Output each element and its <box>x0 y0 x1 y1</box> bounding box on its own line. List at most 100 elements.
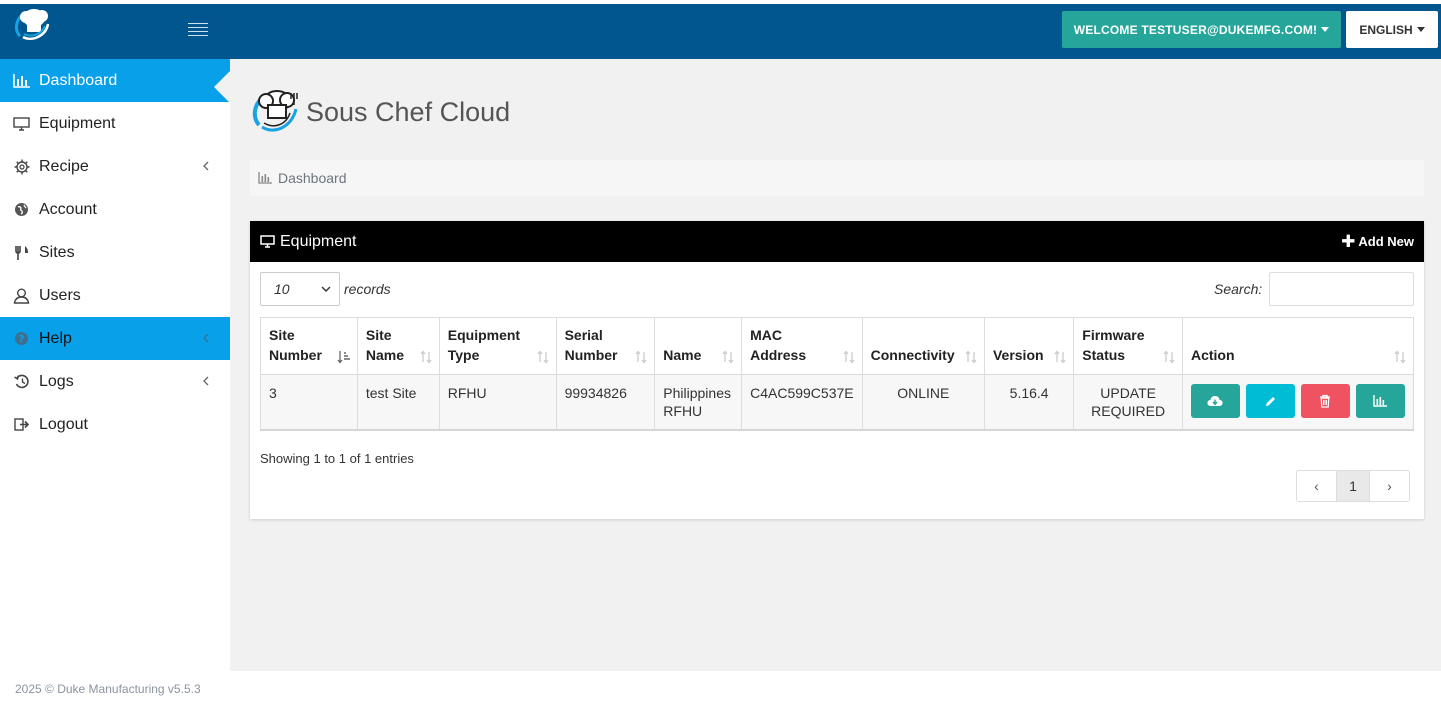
sidebar-item-label: Sites <box>39 243 75 261</box>
pagination: ‹ 1 › <box>1296 470 1410 502</box>
bar-chart-icon <box>12 73 31 89</box>
breadcrumb: Dashboard <box>250 160 1424 196</box>
column-header-action[interactable]: Action <box>1181 317 1415 375</box>
sidebar-item-recipe[interactable]: Recipe <box>0 145 230 188</box>
cell-connectivity-status: ONLINE <box>861 374 985 431</box>
cell-site-number: 3 <box>260 374 358 431</box>
sort-icon <box>420 350 432 364</box>
sidebar-item-label: Account <box>39 200 97 218</box>
cell-name: Philippines RFHU <box>654 374 743 431</box>
history-icon <box>12 374 31 390</box>
sidebar-item-account[interactable]: Account <box>0 188 230 231</box>
hamburger-menu-icon[interactable] <box>186 20 210 40</box>
monitor-icon <box>260 235 275 248</box>
sidebar-item-logout[interactable]: Logout <box>0 403 230 446</box>
equipment-table: Site Number Site Name Equipment Type Ser… <box>260 317 1415 431</box>
footer-copyright: 2025 © Duke Manufacturing v5.5.3 <box>15 682 201 696</box>
add-new-label: Add New <box>1358 234 1414 249</box>
search-label: Search: <box>1214 281 1263 297</box>
cell-site-name: test Site <box>356 374 440 431</box>
panel-title-label: Equipment <box>280 232 357 250</box>
pagination-page[interactable]: 1 <box>1336 471 1369 501</box>
firmware-update-button[interactable] <box>1190 384 1240 418</box>
column-header-name[interactable]: Name <box>654 317 743 375</box>
sidebar-item-sites[interactable]: Sites <box>0 231 230 274</box>
gear-icon <box>12 159 31 175</box>
table-info: Showing 1 to 1 of 1 entries <box>260 451 414 466</box>
equipment-panel: Equipment ✚ Add New 10 records Search: S… <box>250 221 1424 519</box>
panel-header: Equipment ✚ Add New <box>250 221 1424 262</box>
search-input[interactable] <box>1269 272 1414 306</box>
column-header-serial-number[interactable]: Serial Number <box>555 317 656 375</box>
chef-hat-logo-icon[interactable] <box>12 4 58 44</box>
question-icon: ? <box>12 331 31 347</box>
user-menu-button[interactable]: WELCOME TESTUSER@DUKEMFG.COM! <box>1062 11 1341 48</box>
panel-title: Equipment <box>260 233 357 251</box>
monitor-icon <box>12 116 31 132</box>
sort-icon <box>1394 350 1406 364</box>
sidebar-item-label: Help <box>39 329 72 347</box>
sort-icon <box>1054 350 1066 364</box>
app-title: Sous Chef Cloud <box>306 96 511 127</box>
main-content: Sous Chef Cloud Dashboard Equipment ✚ Ad… <box>230 59 1441 671</box>
pagination-next[interactable]: › <box>1369 471 1409 501</box>
add-new-button[interactable]: ✚ Add New <box>1341 233 1414 250</box>
cell-serial-number: 99934826 <box>555 374 656 431</box>
records-label: records <box>344 281 391 297</box>
sidebar-item-equipment[interactable]: Equipment <box>0 102 230 145</box>
page-size-select[interactable]: 10 <box>260 272 340 306</box>
chevron-left-icon <box>203 333 209 343</box>
sort-icon <box>537 350 549 364</box>
caret-down-icon <box>1416 27 1425 32</box>
sort-icon <box>1163 350 1175 364</box>
column-header-site-name[interactable]: Site Name <box>356 317 440 375</box>
svg-text:?: ? <box>19 334 25 345</box>
page-size-value: 10 <box>274 281 290 297</box>
edit-button[interactable] <box>1245 384 1295 418</box>
column-header-equipment-type[interactable]: Equipment Type <box>438 317 557 375</box>
sidebar-item-label: Users <box>39 286 81 304</box>
sidebar-item-dashboard[interactable]: Dashboard <box>0 59 230 103</box>
brand-header: Sous Chef Cloud <box>250 83 510 137</box>
chevron-down-icon <box>321 286 331 292</box>
column-header-mac-address[interactable]: MAC Address <box>741 317 863 375</box>
globe-icon <box>12 202 31 218</box>
sort-icon <box>965 350 977 364</box>
pagination-prev[interactable]: ‹ <box>1297 471 1336 501</box>
bar-chart-icon <box>258 172 272 184</box>
sidebar-item-help[interactable]: ? Help <box>0 317 230 360</box>
cloud-download-icon <box>1207 395 1224 406</box>
user-menu-label: WELCOME TESTUSER@DUKEMFG.COM! <box>1073 22 1318 37</box>
bar-chart-icon <box>1373 395 1387 407</box>
sidebar-item-label: Logout <box>39 415 88 433</box>
user-icon <box>12 288 31 304</box>
column-header-site-number[interactable]: Site Number <box>260 317 358 375</box>
pencil-icon <box>1265 396 1275 406</box>
cell-version: 5.16.4 <box>983 374 1075 431</box>
language-label: ENGLISH <box>1359 22 1413 37</box>
view-chart-button[interactable] <box>1355 384 1405 418</box>
sort-icon <box>722 350 734 364</box>
breadcrumb-label: Dashboard <box>278 170 347 186</box>
sidebar-item-label: Recipe <box>39 157 89 175</box>
chevron-left-icon <box>203 376 209 386</box>
active-indicator <box>214 71 230 103</box>
sidebar: Dashboard Equipment Recipe Account Sites… <box>0 59 230 671</box>
column-header-connectivity[interactable]: Connectivity <box>861 317 985 375</box>
column-header-version[interactable]: Version <box>983 317 1075 375</box>
sidebar-item-users[interactable]: Users <box>0 274 230 317</box>
sidebar-item-label: Dashboard <box>39 71 118 89</box>
caret-down-icon <box>1321 27 1330 32</box>
sort-icon <box>843 350 855 364</box>
chef-hat-logo-icon <box>252 90 298 132</box>
table-row: 3 test Site RFHU 99934826 Philippines RF… <box>260 374 1415 431</box>
column-header-firmware-status[interactable]: Firmware Status <box>1073 317 1183 375</box>
delete-button[interactable] <box>1300 384 1350 418</box>
utensils-icon <box>12 245 31 261</box>
cell-mac-address: C4AC599C537E <box>741 374 863 431</box>
sidebar-item-logs[interactable]: Logs <box>0 360 230 403</box>
sort-asc-icon <box>337 351 350 364</box>
cell-equipment-type: RFHU <box>438 374 557 431</box>
language-dropdown[interactable]: ENGLISH <box>1346 11 1438 48</box>
sign-out-icon <box>12 417 31 433</box>
